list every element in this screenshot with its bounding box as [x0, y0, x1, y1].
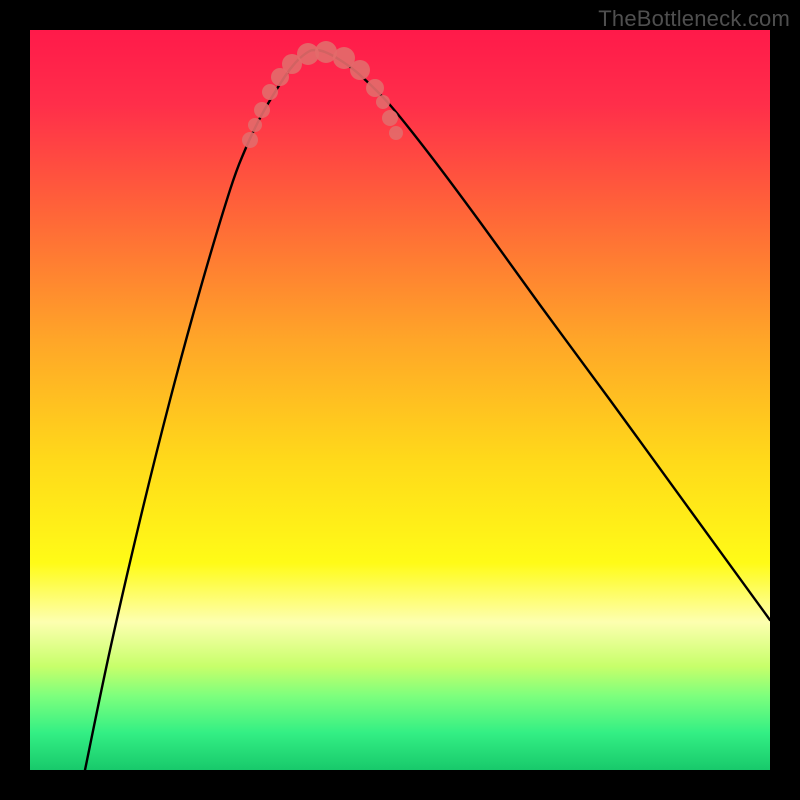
curve-marker: [242, 132, 258, 148]
curve-layer: [30, 30, 770, 770]
curve-marker: [254, 102, 270, 118]
curve-marker: [366, 79, 384, 97]
curve-marker: [382, 110, 398, 126]
curve-marker: [376, 95, 390, 109]
curve-markers: [242, 41, 403, 148]
watermark-text: TheBottleneck.com: [598, 6, 790, 32]
curve-marker: [248, 118, 262, 132]
curve-marker: [262, 84, 278, 100]
bottleneck-curve: [85, 50, 770, 770]
chart-plot-area: [30, 30, 770, 770]
curve-marker: [389, 126, 403, 140]
curve-marker: [350, 60, 370, 80]
chart-outer-frame: TheBottleneck.com: [0, 0, 800, 800]
